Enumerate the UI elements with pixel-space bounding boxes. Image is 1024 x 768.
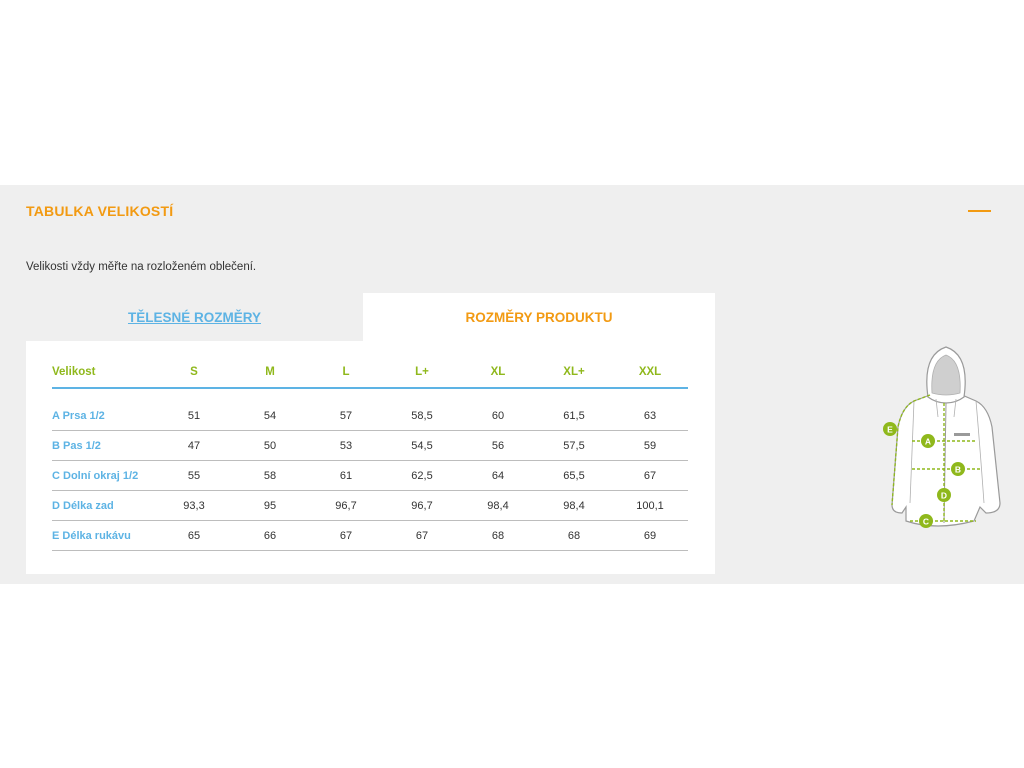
column-header: S [156, 357, 232, 389]
column-header: L [308, 357, 384, 389]
table-cell: 67 [384, 520, 460, 551]
row-label: C Dolní okraj 1/2 [52, 460, 156, 491]
table-cell: 61,5 [536, 401, 612, 431]
table-cell: 63 [612, 401, 688, 431]
jacket-measurement-icon: A B C D E [883, 346, 1001, 528]
table-cell: 93,3 [156, 490, 232, 521]
marker-d: D [937, 488, 951, 502]
table-cell: 47 [156, 430, 232, 461]
marker-b: B [951, 462, 965, 476]
table-row: E Délka rukávu 65 66 67 67 68 68 69 [52, 520, 688, 551]
table-cell: 55 [156, 460, 232, 491]
column-header-size: Velikost [52, 357, 156, 389]
table-row: C Dolní okraj 1/2 55 58 61 62,5 64 65,5 … [52, 460, 688, 491]
tab-label: TĚLESNÉ ROZMĚRY [127, 309, 261, 325]
table-row: B Pas 1/2 47 50 53 54,5 56 57,5 59 [52, 430, 688, 461]
column-header: M [232, 357, 308, 389]
minus-icon [968, 210, 991, 212]
table-cell: 98,4 [536, 490, 612, 521]
measurement-note: Velikosti vždy měřte na rozloženém obleč… [26, 261, 257, 273]
row-label: B Pas 1/2 [52, 430, 156, 461]
table-cell: 59 [612, 430, 688, 461]
table-cell: 66 [232, 520, 308, 551]
size-table: Velikost S M L L+ XL XL+ XXL A Prsa 1/2 … [52, 357, 688, 551]
table-cell: 54 [232, 401, 308, 431]
marker-a: A [921, 434, 935, 448]
table-cell: 62,5 [384, 460, 460, 491]
table-cell: 67 [612, 460, 688, 491]
size-table-card: Velikost S M L L+ XL XL+ XXL A Prsa 1/2 … [26, 341, 715, 574]
svg-text:B: B [955, 465, 961, 475]
table-cell: 96,7 [308, 490, 384, 521]
table-cell: 58 [232, 460, 308, 491]
table-cell: 50 [232, 430, 308, 461]
table-row: D Délka zad 93,3 95 96,7 96,7 98,4 98,4 … [52, 490, 688, 521]
svg-text:D: D [941, 491, 947, 501]
row-label: D Délka zad [52, 490, 156, 521]
table-row: A Prsa 1/2 51 54 57 58,5 60 61,5 63 [52, 401, 688, 431]
table-cell: 98,4 [460, 490, 536, 521]
column-header: XXL [612, 357, 688, 389]
table-cell: 100,1 [612, 490, 688, 521]
table-cell: 56 [460, 430, 536, 461]
svg-text:A: A [925, 437, 931, 447]
tab-body-measurements[interactable]: TĚLESNÉ ROZMĚRY [26, 293, 363, 341]
table-cell: 61 [308, 460, 384, 491]
table-cell: 67 [308, 520, 384, 551]
table-cell: 57 [308, 401, 384, 431]
table-cell: 57,5 [536, 430, 612, 461]
marker-e: E [883, 422, 897, 436]
row-label: A Prsa 1/2 [52, 401, 156, 431]
table-cell: 65 [156, 520, 232, 551]
table-cell: 95 [232, 490, 308, 521]
brand-logo-shape [954, 433, 970, 436]
table-cell: 53 [308, 430, 384, 461]
column-header: XL+ [536, 357, 612, 389]
row-label: E Délka rukávu [52, 520, 156, 551]
marker-c: C [919, 514, 933, 528]
table-spacer [52, 388, 688, 401]
panel-title: TABULKA VELIKOSTÍ [26, 203, 174, 219]
table-cell: 54,5 [384, 430, 460, 461]
table-cell: 58,5 [384, 401, 460, 431]
svg-text:C: C [923, 517, 929, 527]
table-cell: 65,5 [536, 460, 612, 491]
size-chart-panel: TABULKA VELIKOSTÍ Velikosti vždy měřte n… [0, 185, 1024, 584]
collapse-button[interactable] [968, 199, 992, 221]
table-cell: 60 [460, 401, 536, 431]
table-cell: 64 [460, 460, 536, 491]
tab-product-measurements[interactable]: ROZMĚRY PRODUKTU [363, 293, 715, 341]
column-header: XL [460, 357, 536, 389]
table-cell: 68 [536, 520, 612, 551]
table-cell: 68 [460, 520, 536, 551]
table-cell: 96,7 [384, 490, 460, 521]
table-cell: 51 [156, 401, 232, 431]
svg-text:E: E [887, 425, 893, 435]
tab-label: ROZMĚRY PRODUKTU [465, 309, 613, 325]
table-header-row: Velikost S M L L+ XL XL+ XXL [52, 357, 688, 389]
table-cell: 69 [612, 520, 688, 551]
column-header: L+ [384, 357, 460, 389]
